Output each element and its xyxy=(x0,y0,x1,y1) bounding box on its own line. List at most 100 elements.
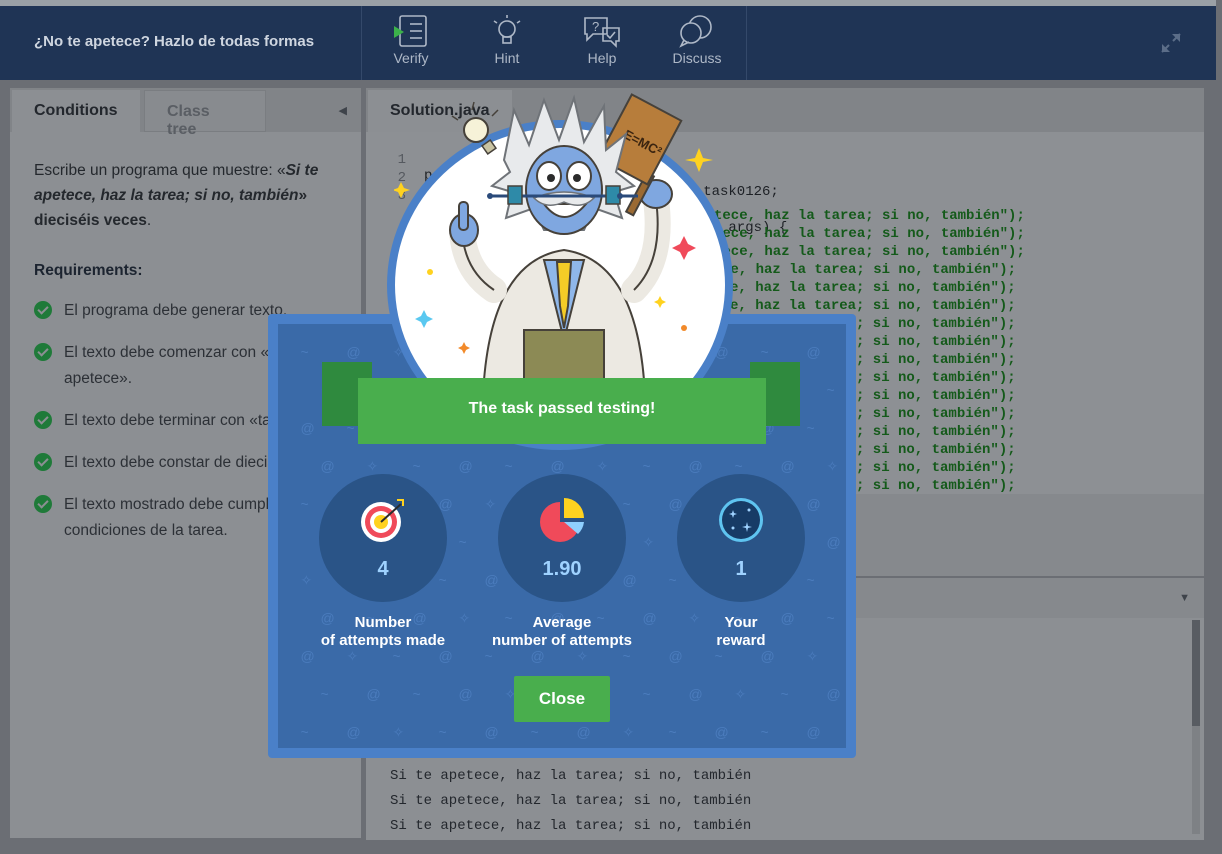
chevron-down-icon[interactable]: ▼ xyxy=(1179,592,1190,604)
swirl-pattern-icon: @ xyxy=(688,458,703,474)
discuss-button[interactable]: Discuss xyxy=(662,14,732,66)
target-icon xyxy=(361,499,404,542)
discuss-chat-icon xyxy=(679,15,712,48)
swirl-pattern-icon: ✧ xyxy=(346,648,359,664)
code-string-text: tece, haz la tarea; si no, también"); xyxy=(714,208,1025,224)
swirl-pattern-icon: ~ xyxy=(668,724,677,740)
swirl-pattern-icon: @ xyxy=(826,686,841,702)
help-label: Help xyxy=(587,50,617,66)
collapse-panel-icon[interactable]: ◀ xyxy=(339,104,347,117)
code-string-text: te, haz la tarea; si no, también"); xyxy=(722,262,1017,278)
swirl-pattern-icon: @ xyxy=(366,686,381,702)
verify-checklist-icon xyxy=(394,15,427,47)
swirl-pattern-icon: ✧ xyxy=(622,724,635,740)
tab-class-tree[interactable]: Class tree xyxy=(144,90,266,138)
code-string-text: ; si no, también"); xyxy=(856,352,1016,368)
requirement-text: El texto mostrado debe cumplir las condi… xyxy=(64,496,302,539)
tab-conditions[interactable]: Conditions xyxy=(12,90,140,132)
check-icon xyxy=(34,343,52,361)
swirl-pattern-icon: ~ xyxy=(714,648,723,664)
stat-label-line: Number xyxy=(354,614,412,631)
swirl-pattern-icon: @ xyxy=(484,724,499,740)
swirl-pattern-icon: @ xyxy=(458,686,473,702)
swirl-pattern-icon: ~ xyxy=(622,648,631,664)
swirl-pattern-icon: ~ xyxy=(826,610,835,626)
hint-button[interactable]: Hint xyxy=(472,14,542,66)
swirl-pattern-icon: @ xyxy=(320,458,335,474)
output-line: Si te apetece, haz la tarea; si no, tamb… xyxy=(390,768,752,784)
stat-label: Number of attempts made xyxy=(298,614,468,650)
stat-attempts-made: 4 Number of attempts made xyxy=(298,474,468,650)
stat-label-line: Average xyxy=(532,614,592,631)
scrollbar-thumb[interactable] xyxy=(1192,620,1200,726)
swirl-pattern-icon: ~ xyxy=(826,382,835,398)
swirl-pattern-icon: ✧ xyxy=(806,648,819,664)
stat-disc: 1 xyxy=(677,474,805,602)
swirl-pattern-icon: @ xyxy=(576,724,591,740)
code-string-text: ; si no, también"); xyxy=(856,388,1016,404)
swirl-pattern-icon: ~ xyxy=(300,344,309,360)
swirl-pattern-icon: ✧ xyxy=(826,458,839,474)
swirl-pattern-icon: @ xyxy=(760,648,775,664)
swirl-pattern-icon: ~ xyxy=(760,724,769,740)
professor-mascot-illustration: E=MC² xyxy=(394,93,713,382)
stat-value: 1 xyxy=(735,558,747,580)
output-scrollbar[interactable] xyxy=(1192,620,1200,834)
fullscreen-icon[interactable] xyxy=(1160,32,1182,54)
left-tabs: Conditions Class tree ◀ xyxy=(10,88,361,138)
stat-reward: 1 Your reward xyxy=(656,474,826,650)
code-string-text: ; si no, también"); xyxy=(856,406,1016,422)
swirl-pattern-icon: ~ xyxy=(392,648,401,664)
swirl-pattern-icon: ~ xyxy=(320,686,329,702)
check-icon xyxy=(34,301,52,319)
stat-disc: 4 xyxy=(319,474,447,602)
swirl-pattern-icon: @ xyxy=(300,648,315,664)
check-icon xyxy=(34,453,52,471)
swirl-pattern-icon: @ xyxy=(458,458,473,474)
condition-prefix: Escribe un programa que muestre: « xyxy=(34,162,286,179)
swirl-pattern-icon: @ xyxy=(826,534,841,550)
toolbar-divider xyxy=(361,6,362,80)
close-button[interactable]: Close xyxy=(514,676,610,722)
stat-label-line: number of attempts xyxy=(491,632,632,649)
swirl-pattern-icon: @ xyxy=(346,724,361,740)
swirl-pattern-icon: @ xyxy=(438,648,453,664)
code-string-text: ; si no, también"); xyxy=(856,370,1016,386)
stat-label: Your reward xyxy=(656,614,826,650)
verify-button[interactable]: Verify xyxy=(376,14,446,66)
requirements-title: Requirements: xyxy=(34,262,143,279)
swirl-pattern-icon: ✧ xyxy=(576,648,589,664)
code-string-text: e, haz la tarea; si no, también"); xyxy=(730,280,1016,296)
swirl-pattern-icon: ~ xyxy=(780,686,789,702)
top-bar: ¿No te apetece? Hazlo de todas formas Ve… xyxy=(0,0,1216,80)
swirl-pattern-icon: ~ xyxy=(412,458,421,474)
stat-label-line: reward xyxy=(716,632,766,649)
task-title: ¿No te apetece? Hazlo de todas formas xyxy=(34,33,315,50)
banner-text: The task passed testing! xyxy=(468,400,656,417)
code-string-text: e, haz la tarea; si no, también"); xyxy=(730,298,1016,314)
swirl-pattern-icon: ~ xyxy=(760,344,769,360)
stat-disc: 1.90 xyxy=(498,474,626,602)
swirl-pattern-icon: ~ xyxy=(642,458,651,474)
swirl-pattern-icon: @ xyxy=(688,686,703,702)
svg-text:?: ? xyxy=(592,19,599,34)
stat-label-line: Your xyxy=(724,614,758,631)
help-button[interactable]: ? Help xyxy=(567,14,637,66)
swirl-pattern-icon: ~ xyxy=(504,458,513,474)
stat-label-line: of attempts made xyxy=(320,632,446,649)
requirement-text: El programa debe generar texto. xyxy=(64,302,288,319)
pie-chart-icon xyxy=(540,498,584,542)
verify-label: Verify xyxy=(393,50,429,66)
toolbar-divider xyxy=(746,6,747,80)
discuss-label: Discuss xyxy=(672,50,722,66)
stat-label: Average number of attempts xyxy=(477,614,647,650)
code-string-text: ; si no, también"); xyxy=(856,478,1016,494)
help-chat-icon: ? xyxy=(584,17,620,48)
code-string-text: ; si no, también"); xyxy=(856,442,1016,458)
dark-matter-icon xyxy=(719,498,763,542)
swirl-pattern-icon: ~ xyxy=(438,724,447,740)
swirl-pattern-icon: @ xyxy=(530,648,545,664)
swirl-pattern-icon: ~ xyxy=(300,724,309,740)
swirl-pattern-icon: @ xyxy=(550,458,565,474)
code-string-text: tece, haz la tarea; si no, también"); xyxy=(714,244,1025,260)
